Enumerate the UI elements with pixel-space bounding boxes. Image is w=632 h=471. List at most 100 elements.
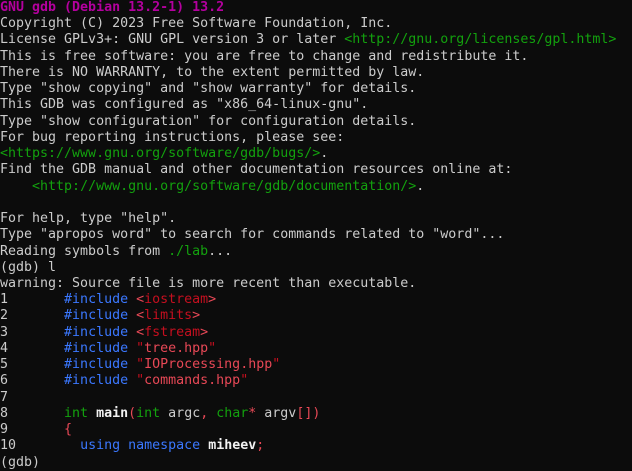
terminal-text-span: IOProcessing.hpp: [144, 357, 272, 372]
terminal-line: This GDB was configured as "x86_64-linux…: [0, 97, 632, 113]
terminal-text-span: Reading symbols from: [0, 244, 168, 259]
terminal-line: License GPLv3+: GNU GPL version 3 or lat…: [0, 32, 632, 48]
terminal-text-span: [128, 357, 136, 372]
terminal-line: 5 #include "IOProcessing.hpp": [0, 357, 632, 373]
terminal-text-span: <: [136, 308, 144, 323]
terminal-text-span: miheev: [208, 438, 256, 453]
terminal-text-span: [128, 325, 136, 340]
terminal-text-span: commands.hpp: [144, 373, 240, 388]
terminal-text-span: [120, 438, 128, 453]
terminal-text-span: >: [200, 325, 208, 340]
terminal-text-span: .: [416, 179, 424, 194]
terminal-text-span: [128, 308, 136, 323]
terminal-text-span: ...: [208, 244, 232, 259]
terminal-text-span: 10: [0, 438, 80, 453]
terminal-text-span: fstream: [144, 325, 200, 340]
terminal-line: 7: [0, 390, 632, 406]
terminal-text-span: limits: [144, 308, 192, 323]
terminal-text-span: >: [208, 292, 216, 307]
terminal-text-span: ": [272, 357, 280, 372]
terminal-text-span: 3: [0, 325, 64, 340]
terminal-line: 3 #include <fstream>: [0, 325, 632, 341]
terminal-line: Type "show configuration" for configurat…: [0, 114, 632, 130]
terminal-text-span: ": [136, 357, 144, 372]
terminal-line: Find the GDB manual and other documentat…: [0, 162, 632, 178]
terminal-text-span: This GDB was configured as "x86_64-linux…: [0, 97, 368, 112]
terminal-text-span: ": [240, 373, 248, 388]
terminal-text-span: [200, 438, 208, 453]
terminal-text-span: This is free software: you are free to c…: [0, 49, 528, 64]
terminal-text-span: [128, 373, 136, 388]
terminal-text-span: #include: [64, 308, 128, 323]
terminal-text-span: int: [136, 406, 160, 421]
terminal-text-span: 4: [0, 341, 64, 356]
terminal-line: For help, type "help".: [0, 211, 632, 227]
terminal-text-span: >: [192, 308, 200, 323]
terminal-text-span: {: [64, 422, 72, 437]
terminal-text-span: 9: [0, 422, 64, 437]
terminal-line: 1 #include <iostream>: [0, 292, 632, 308]
terminal-line: (gdb) l: [0, 260, 632, 276]
terminal-text-span: namespace: [128, 438, 200, 453]
terminal-line: This is free software: you are free to c…: [0, 49, 632, 65]
terminal-line: <https://www.gnu.org/software/gdb/bugs/>…: [0, 146, 632, 162]
terminal-output: GNU gdb (Debian 13.2-1) 13.2Copyright (C…: [0, 0, 632, 471]
terminal-line: 9 {: [0, 422, 632, 438]
terminal-text-span: There is NO WARRANTY, to the extent perm…: [0, 65, 424, 80]
terminal-text-span: main: [96, 406, 128, 421]
terminal-text-span: char: [216, 406, 248, 421]
terminal-line: 2 #include <limits>: [0, 308, 632, 324]
terminal-text-span: 5: [0, 357, 64, 372]
terminal-text-span: #include: [64, 357, 128, 372]
terminal-text-span: Type "show configuration" for configurat…: [0, 114, 416, 129]
terminal-text-span: #include: [64, 341, 128, 356]
terminal-text-span: 7: [0, 390, 8, 405]
terminal-text-span: ": [136, 341, 144, 356]
terminal-text-span: [0, 179, 32, 194]
terminal-text-span: 8: [0, 406, 64, 421]
terminal-line: 10 using namespace miheev;: [0, 438, 632, 454]
terminal-text-span: argc: [160, 406, 200, 421]
terminal-text-span: [88, 406, 96, 421]
terminal-text-span: (gdb): [0, 455, 48, 470]
terminal-text-span: <: [136, 325, 144, 340]
terminal-text-span: ;: [256, 438, 264, 453]
terminal-line: warning: Source file is more recent than…: [0, 276, 632, 292]
terminal-text-span: tree.hpp: [144, 341, 208, 356]
terminal-text-span: using: [80, 438, 120, 453]
terminal-text-span: #include: [64, 292, 128, 307]
terminal-text-span: ": [136, 373, 144, 388]
terminal-text-span: (gdb) l: [0, 260, 56, 275]
terminal-text-span: []): [296, 406, 320, 421]
terminal-line: [0, 195, 632, 211]
terminal-line: Copyright (C) 2023 Free Software Foundat…: [0, 16, 632, 32]
terminal-text-span: (: [128, 406, 136, 421]
terminal-text-span: For bug reporting instructions, please s…: [0, 130, 344, 145]
terminal-text-span: <http://www.gnu.org/software/gdb/documen…: [32, 179, 416, 194]
terminal-window[interactable]: GNU gdb (Debian 13.2-1) 13.2Copyright (C…: [0, 0, 632, 471]
terminal-text-span: Copyright (C) 2023 Free Software Foundat…: [0, 16, 392, 31]
terminal-line: <http://www.gnu.org/software/gdb/documen…: [0, 179, 632, 195]
terminal-line: Type "apropos word" to search for comman…: [0, 227, 632, 243]
terminal-line: There is NO WARRANTY, to the extent perm…: [0, 65, 632, 81]
terminal-text-span: #include: [64, 373, 128, 388]
terminal-text-span: .: [320, 146, 328, 161]
terminal-line: 8 int main(int argc, char* argv[]): [0, 406, 632, 422]
terminal-text-span: 6: [0, 373, 64, 388]
terminal-line: 6 #include "commands.hpp": [0, 373, 632, 389]
terminal-line: Reading symbols from ./lab...: [0, 244, 632, 260]
terminal-text-span: ./lab: [168, 244, 208, 259]
terminal-text-span: int: [64, 406, 88, 421]
terminal-text-span: <http://gnu.org/licenses/gpl.html>: [344, 32, 616, 47]
terminal-text-span: <: [136, 292, 144, 307]
terminal-text-span: #include: [64, 325, 128, 340]
terminal-text-span: iostream: [144, 292, 208, 307]
terminal-text-span: [128, 292, 136, 307]
terminal-text-span: For help, type "help".: [0, 211, 176, 226]
terminal-text-span: Type "show copying" and "show warranty" …: [0, 81, 416, 96]
terminal-text-span: Type "apropos word" to search for comman…: [0, 227, 504, 242]
terminal-line: For bug reporting instructions, please s…: [0, 130, 632, 146]
terminal-text-span: warning: Source file is more recent than…: [0, 276, 416, 291]
terminal-text-span: 2: [0, 308, 64, 323]
terminal-line: 4 #include "tree.hpp": [0, 341, 632, 357]
